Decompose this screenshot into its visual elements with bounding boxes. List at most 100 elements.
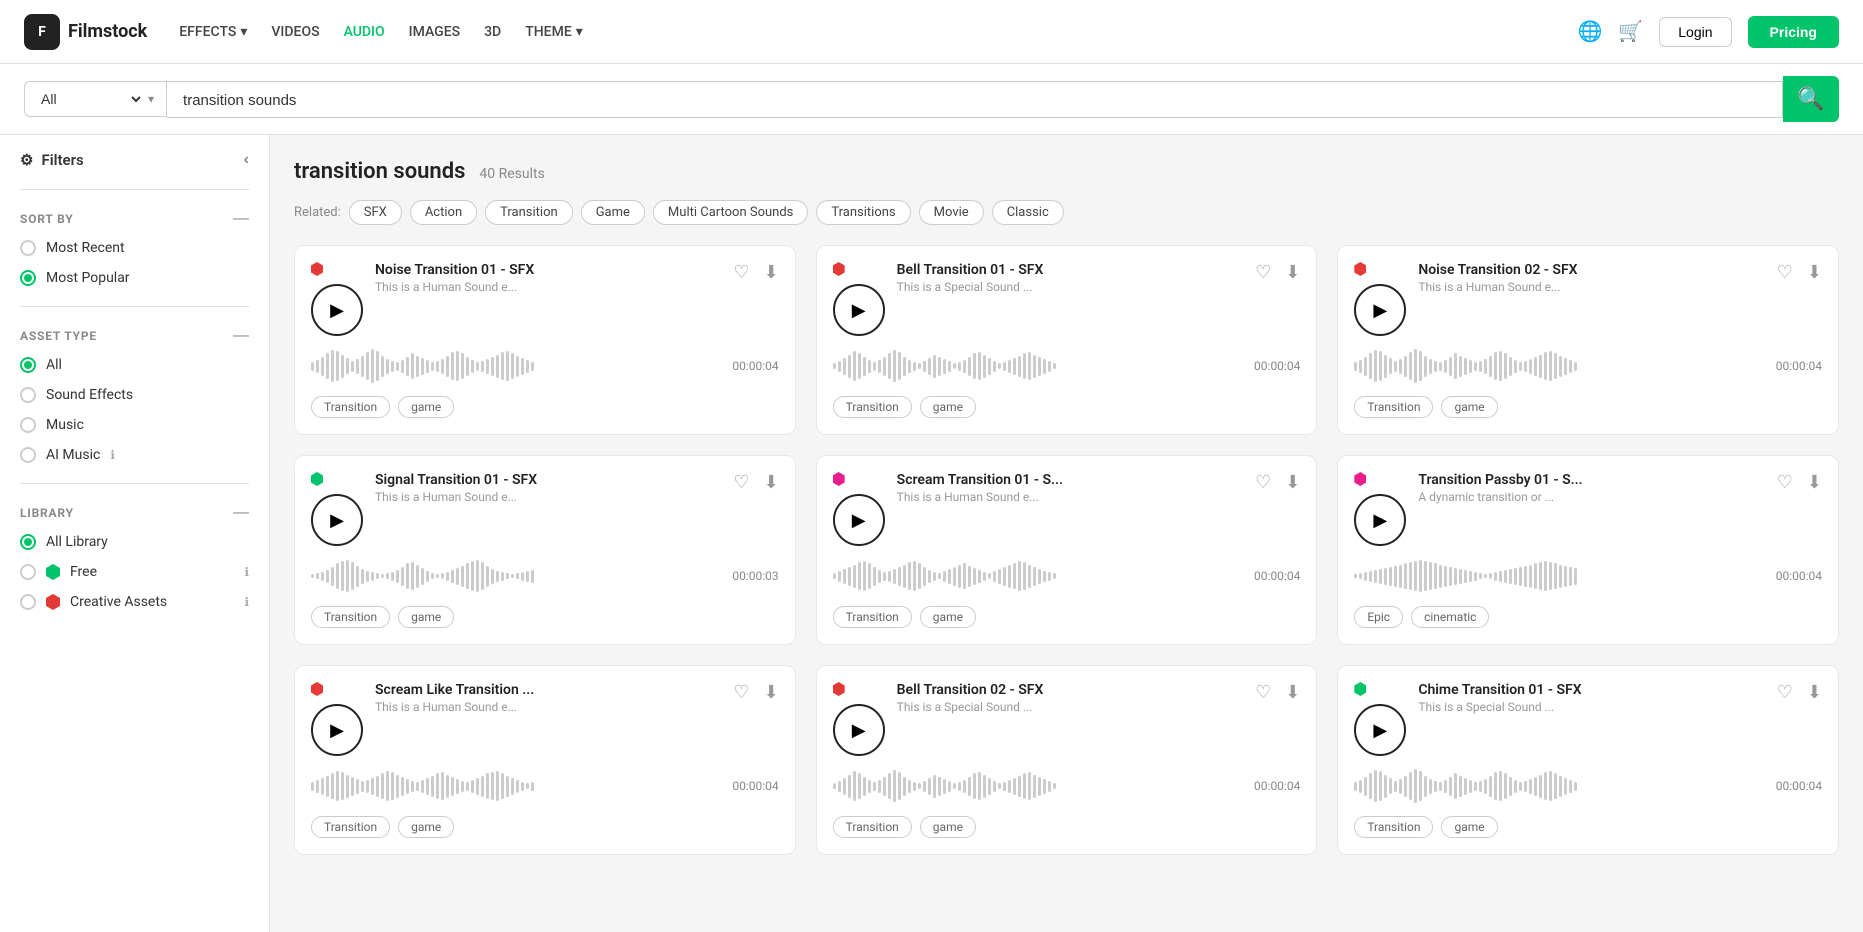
download-button[interactable]: ⬇ (1807, 682, 1822, 703)
nav-3d[interactable]: 3D (484, 24, 501, 40)
download-button[interactable]: ⬇ (764, 472, 779, 493)
waveform-bar (1519, 567, 1522, 586)
favorite-button[interactable]: ♡ (1777, 262, 1793, 283)
waveform-bar (1394, 781, 1397, 792)
tag-action[interactable]: Action (410, 200, 477, 225)
waveform-bar (858, 353, 861, 379)
play-button[interactable]: ▶ (1354, 284, 1406, 336)
login-button[interactable]: Login (1659, 17, 1731, 47)
tag-game[interactable]: Game (581, 200, 645, 225)
play-button[interactable]: ▶ (311, 704, 363, 756)
nav-effects[interactable]: EFFECTS ▾ (179, 24, 247, 40)
play-button[interactable]: ▶ (311, 494, 363, 546)
search-category-select[interactable]: All Sound Effects Music (37, 90, 144, 108)
nav-audio[interactable]: AUDIO (344, 24, 385, 40)
ai-music-info-icon[interactable]: ℹ (110, 448, 115, 462)
favorite-button[interactable]: ♡ (733, 262, 749, 283)
favorite-button[interactable]: ♡ (733, 472, 749, 493)
nav-images[interactable]: IMAGES (409, 24, 460, 40)
card-tag[interactable]: Transition (833, 396, 912, 418)
audio-card: ▶ Bell Transition 01 - SFX This is a Spe… (816, 245, 1318, 435)
download-button[interactable]: ⬇ (1807, 472, 1822, 493)
favorite-button[interactable]: ♡ (1777, 682, 1793, 703)
favorite-button[interactable]: ♡ (733, 682, 749, 703)
waveform-bar (336, 771, 339, 801)
download-button[interactable]: ⬇ (1285, 472, 1300, 493)
sort-most-recent[interactable]: Most Recent (20, 240, 249, 256)
tag-transitions[interactable]: Transitions (816, 200, 910, 225)
waveform-bar (381, 773, 384, 799)
waveform-bar (326, 570, 329, 583)
waveform-bar (336, 351, 339, 381)
waveform-bar (1574, 782, 1577, 791)
tag-movie[interactable]: Movie (919, 200, 984, 225)
library-toggle[interactable]: — (233, 504, 249, 522)
play-button[interactable]: ▶ (1354, 704, 1406, 756)
favorite-button[interactable]: ♡ (1255, 472, 1271, 493)
nav-videos[interactable]: VIDEOS (271, 24, 319, 40)
card-tag[interactable]: game (920, 396, 976, 418)
waveform-bar (406, 357, 409, 376)
waveform-bar (978, 772, 981, 800)
tag-transition[interactable]: Transition (485, 200, 573, 225)
favorite-button[interactable]: ♡ (1255, 262, 1271, 283)
card-tag[interactable]: Epic (1354, 606, 1403, 628)
card-tag[interactable]: game (398, 816, 454, 838)
card-tag[interactable]: game (1441, 816, 1497, 838)
waveform-bar (908, 562, 911, 590)
play-button[interactable]: ▶ (833, 704, 885, 756)
card-tag[interactable]: game (398, 606, 454, 628)
asset-sound-effects[interactable]: Sound Effects (20, 387, 249, 403)
card-duration: 00:00:04 (1254, 359, 1300, 373)
download-button[interactable]: ⬇ (1285, 682, 1300, 703)
asset-type-toggle[interactable]: — (233, 327, 249, 345)
tag-multi-cartoon[interactable]: Multi Cartoon Sounds (653, 200, 808, 225)
download-button[interactable]: ⬇ (764, 682, 779, 703)
asset-music[interactable]: Music (20, 417, 249, 433)
tag-classic[interactable]: Classic (992, 200, 1064, 225)
download-button[interactable]: ⬇ (1285, 262, 1300, 283)
favorite-button[interactable]: ♡ (1255, 682, 1271, 703)
card-tag[interactable]: game (1441, 396, 1497, 418)
cart-icon[interactable]: 🛒 (1618, 19, 1643, 44)
card-tag[interactable]: game (920, 606, 976, 628)
creative-assets-info-icon[interactable]: ℹ (244, 595, 249, 609)
search-button[interactable]: 🔍 (1783, 76, 1839, 122)
waveform-bar (1494, 572, 1497, 581)
tag-sfx[interactable]: SFX (349, 200, 402, 225)
search-input[interactable] (183, 92, 1766, 109)
sidebar-collapse-button[interactable]: ‹ (244, 151, 249, 169)
card-description: This is a Human Sound e... (375, 280, 721, 294)
pricing-button[interactable]: Pricing (1748, 16, 1839, 48)
card-tag[interactable]: Transition (311, 816, 390, 838)
card-tag[interactable]: game (398, 396, 454, 418)
sort-most-popular[interactable]: Most Popular (20, 270, 249, 286)
asset-ai-music[interactable]: AI Music ℹ (20, 447, 249, 463)
download-button[interactable]: ⬇ (764, 262, 779, 283)
results-header: transition sounds 40 Results (294, 159, 1839, 184)
globe-icon[interactable]: 🌐 (1577, 19, 1602, 44)
download-button[interactable]: ⬇ (1807, 262, 1822, 283)
audio-card: ▶ Noise Transition 01 - SFX This is a Hu… (294, 245, 796, 435)
free-info-icon[interactable]: ℹ (244, 565, 249, 579)
card-tag[interactable]: Transition (833, 606, 912, 628)
play-button[interactable]: ▶ (833, 494, 885, 546)
card-tag[interactable]: Transition (1354, 396, 1433, 418)
card-tag[interactable]: Transition (1354, 816, 1433, 838)
play-button[interactable]: ▶ (311, 284, 363, 336)
card-tag[interactable]: Transition (311, 606, 390, 628)
card-tag[interactable]: Transition (311, 396, 390, 418)
waveform-bar (883, 572, 886, 581)
play-button[interactable]: ▶ (1354, 494, 1406, 546)
card-tag[interactable]: game (920, 816, 976, 838)
waveform-bar (361, 781, 364, 792)
sort-by-toggle[interactable]: — (233, 210, 249, 228)
asset-all[interactable]: All (20, 357, 249, 373)
favorite-button[interactable]: ♡ (1777, 472, 1793, 493)
card-tag[interactable]: cinematic (1411, 606, 1489, 628)
card-tag[interactable]: Transition (833, 816, 912, 838)
play-button[interactable]: ▶ (833, 284, 885, 336)
logo[interactable]: F Filmstock (24, 14, 147, 50)
waveform-bar (451, 570, 454, 583)
nav-theme[interactable]: THEME ▾ (525, 24, 583, 40)
